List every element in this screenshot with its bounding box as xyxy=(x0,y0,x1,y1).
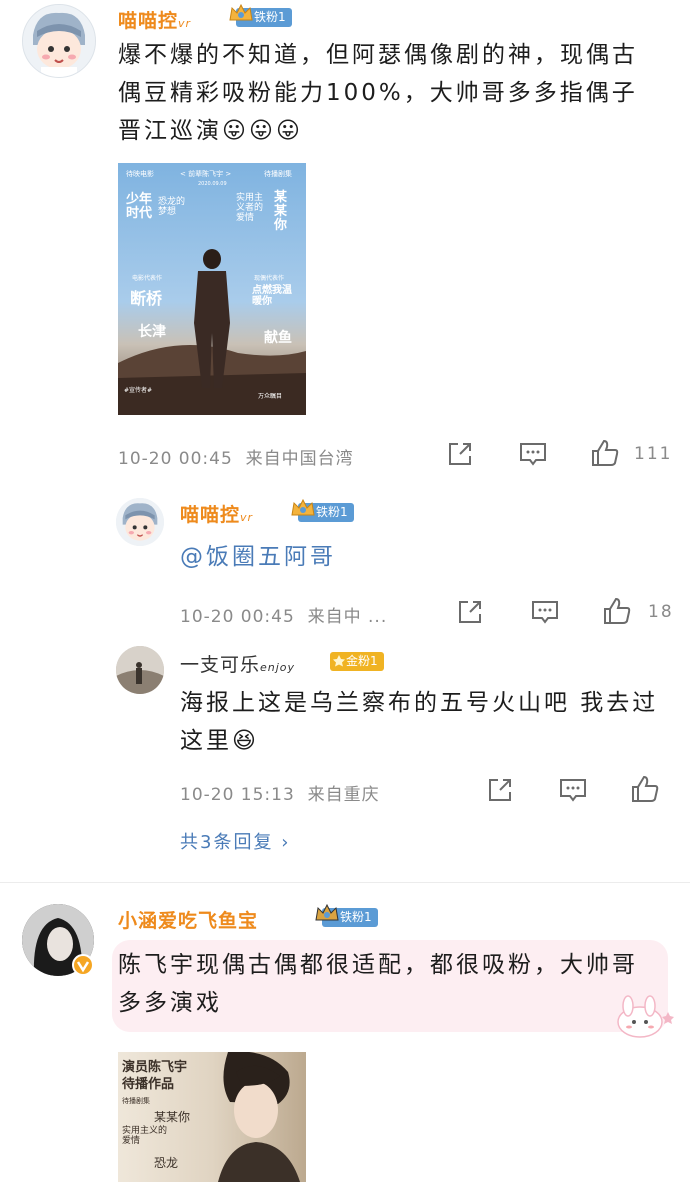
poster-tv-rep: 点燃我温暖你 xyxy=(252,285,292,307)
source-location: 来自重庆 xyxy=(307,785,380,805)
poster-title-left: 少年时代 xyxy=(126,192,153,221)
photo-avatar-icon xyxy=(116,646,164,694)
poster-subtitle: 待播作品 xyxy=(122,1077,175,1092)
like-count: 111 xyxy=(634,444,673,464)
username[interactable]: 小涵爱吃飞鱼宝 xyxy=(118,906,258,933)
poster-title-left2: 恐龙的梦想 xyxy=(158,197,186,217)
avatar[interactable] xyxy=(22,4,96,78)
divider xyxy=(0,882,690,883)
view-replies-link[interactable]: 共3条回复 › xyxy=(180,828,290,854)
mention-link[interactable]: @饭圈五阿哥 xyxy=(180,538,336,576)
poster-title-right2: 某某你 xyxy=(274,190,288,233)
username[interactable]: 喵喵控vr xyxy=(118,6,191,33)
poster-work-2: 实用主义的爱情 xyxy=(122,1126,168,1146)
avatar[interactable] xyxy=(116,498,164,546)
username[interactable]: 喵喵控vr xyxy=(180,500,253,527)
like-count: 18 xyxy=(648,602,674,622)
fan-badge[interactable]: 铁粉1 xyxy=(291,498,354,522)
comment-text: 陈飞宇现偶古偶都很适配，都很吸粉，大帅哥多多演戏 xyxy=(118,952,638,1016)
fan-badge[interactable]: 铁粉1 xyxy=(229,3,292,27)
share-icon[interactable] xyxy=(456,598,484,626)
poster-film-rep-label: 电影代表作 xyxy=(132,275,163,282)
gold-fan-icon xyxy=(333,655,345,667)
poster-film-rep2: 长津 xyxy=(138,324,166,340)
cartoon-avatar-icon xyxy=(23,5,95,77)
emoji: 😆 xyxy=(232,728,259,754)
emoji: 😛😛😛 xyxy=(222,118,303,144)
crown-icon xyxy=(315,903,339,921)
fan-badge[interactable]: 铁粉1 xyxy=(315,903,378,927)
username[interactable]: 一支可乐enjoy xyxy=(180,650,295,677)
share-icon[interactable] xyxy=(446,440,474,468)
poster-header-mid: < 前辈陈飞宇 > xyxy=(180,170,232,178)
timestamp: 10-20 15:13 来自重庆 xyxy=(180,785,380,805)
timestamp: 10-20 00:45 来自中 ... xyxy=(180,607,388,627)
comment-text: 爆不爆的不知道，但阿瑟偶像剧的神，现偶古偶豆精彩吸粉能力100%，大帅哥多多指偶… xyxy=(118,42,638,144)
poster-title-right: 实用主义者的爱情 xyxy=(236,193,264,223)
like-icon[interactable] xyxy=(602,596,632,626)
verified-icon xyxy=(72,954,94,976)
share-icon[interactable] xyxy=(486,776,514,804)
poster-image-2[interactable]: 演员陈飞宇 待播作品 待播剧集 某某你 实用主义的爱情 恐龙 xyxy=(118,1052,306,1182)
poster-header-right: 待播剧集 xyxy=(264,170,292,178)
source-location: 来自中 ... xyxy=(307,607,388,627)
timestamp: 10-20 00:45 来自中国台湾 xyxy=(118,449,354,469)
cartoon-avatar-icon xyxy=(116,498,164,546)
crown-icon xyxy=(229,3,253,21)
like-icon[interactable] xyxy=(590,438,620,468)
poster-work-3: 恐龙 xyxy=(154,1156,179,1170)
like-icon[interactable] xyxy=(630,774,660,804)
comment-text: 海报上这是乌兰察布的五号火山吧 我去过这里😆 xyxy=(180,690,659,754)
poster-work-1: 某某你 xyxy=(154,1110,191,1124)
poster-date: 2020.09.09 xyxy=(198,181,227,187)
chevron-right-icon: › xyxy=(281,832,291,853)
poster-footnote-left: #宣传者# xyxy=(124,387,153,394)
poster-tag: 待播剧集 xyxy=(122,1097,150,1105)
comment-icon[interactable] xyxy=(518,440,548,468)
poster-header-left: 待映电影 xyxy=(126,170,154,178)
poster-tv-rep2: 献鱼 xyxy=(264,330,292,346)
poster-film-rep: 断桥 xyxy=(130,289,163,308)
poster-tv-rep-label: 现偶代表作 xyxy=(254,275,285,282)
source-location: 来自中国台湾 xyxy=(245,449,354,469)
poster-footnote-right: 万众瞩目 xyxy=(258,393,283,400)
comment-icon[interactable] xyxy=(530,598,560,626)
crown-icon xyxy=(291,498,315,516)
fan-badge[interactable]: 金粉1 xyxy=(330,652,384,671)
avatar[interactable] xyxy=(116,646,164,694)
poster-image-1[interactable]: 待映电影 < 前辈陈飞宇 > 待播剧集 2020.09.09 少年时代 恐龙的梦… xyxy=(118,163,306,415)
comment-icon[interactable] xyxy=(558,776,588,804)
